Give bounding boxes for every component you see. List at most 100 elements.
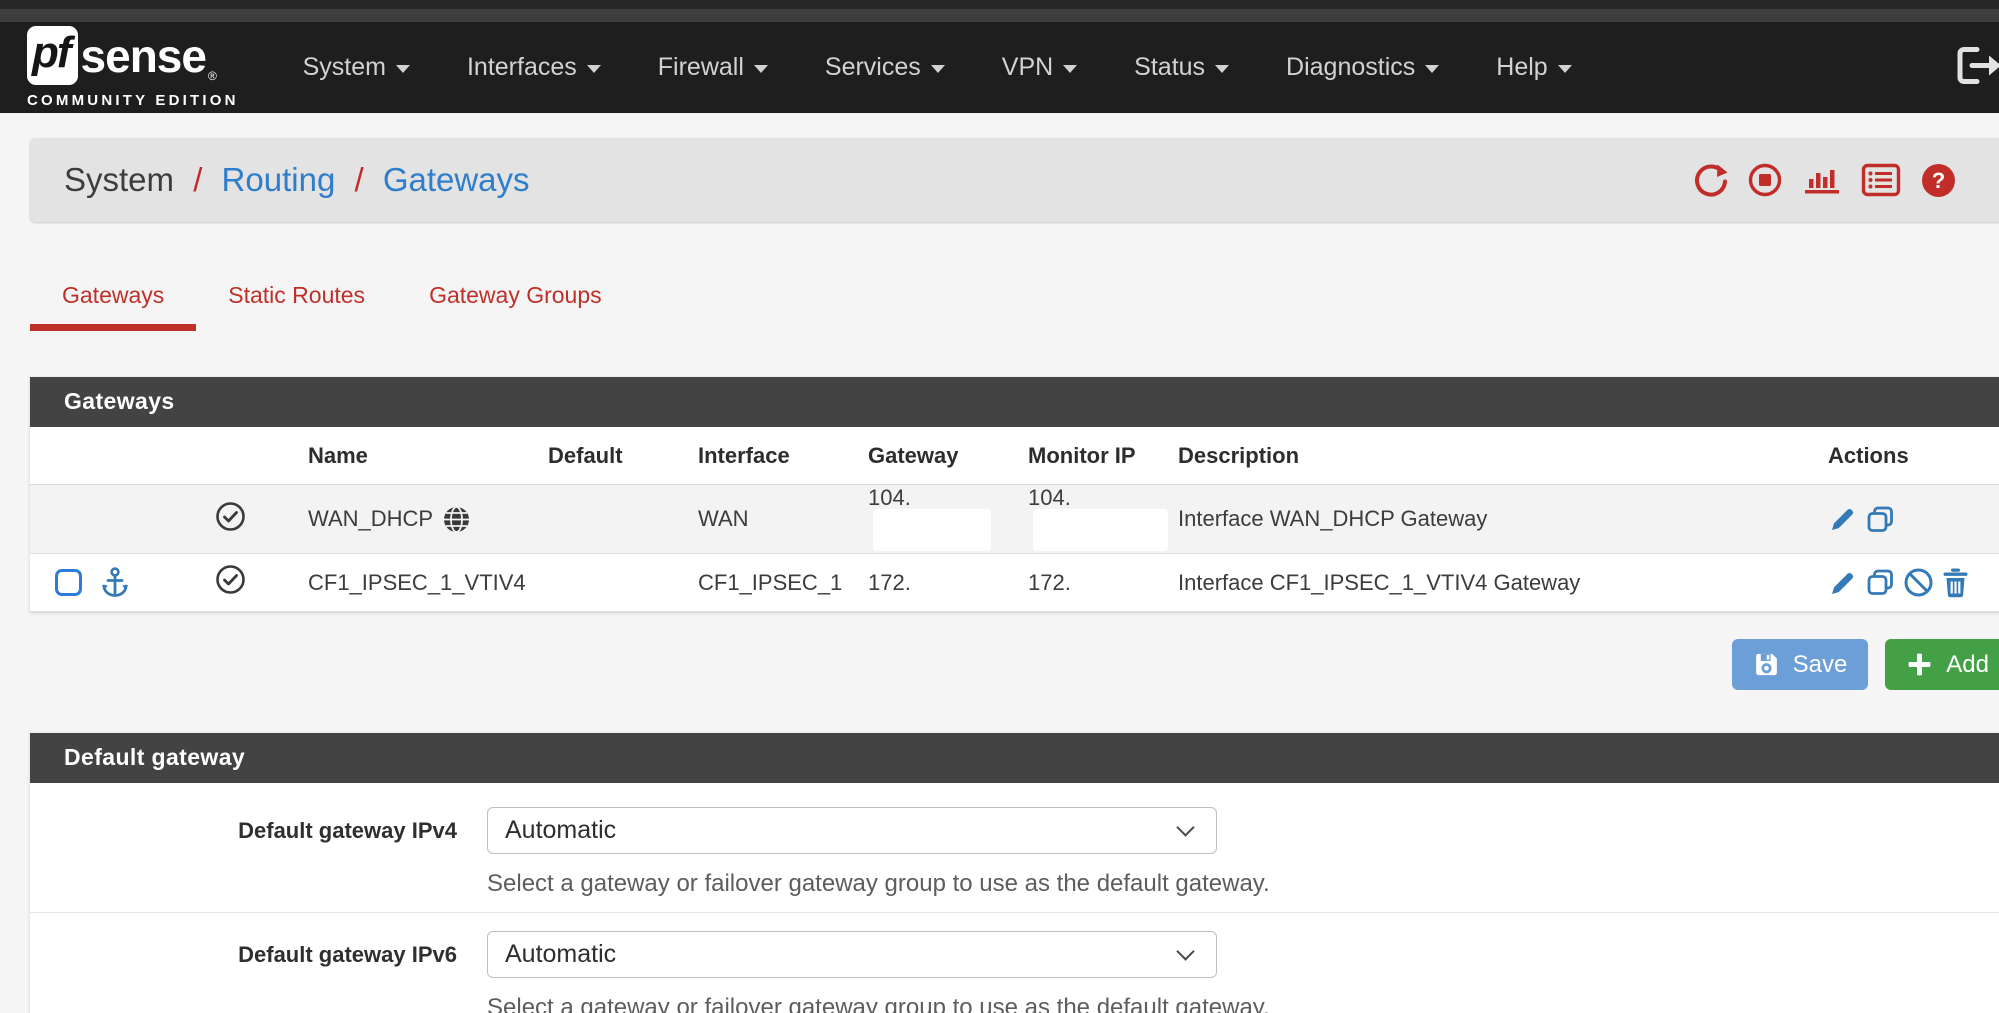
default-gateway-ipv6-select[interactable]: Automatic: [487, 931, 1217, 978]
action-buttons: Save Add: [30, 639, 1999, 690]
refresh-icon[interactable]: [1692, 162, 1728, 198]
gateway-name: CF1_IPSEC_1_VTIV4: [308, 570, 526, 596]
stop-icon[interactable]: [1747, 162, 1783, 198]
logo-sense: sense: [81, 33, 206, 79]
chevron-down-icon: [587, 65, 601, 73]
row-actions-cell: [1820, 554, 1999, 612]
menu-help[interactable]: Help: [1496, 53, 1571, 82]
logo-registered-mark: ®: [208, 69, 217, 83]
row-actions-cell: [1820, 485, 1999, 554]
menu-system[interactable]: System: [303, 53, 410, 82]
chevron-down-icon: [1176, 942, 1194, 960]
breadcrumb-section: System: [64, 161, 174, 198]
chevron-down-icon: [1215, 65, 1229, 73]
copy-icon[interactable]: [1865, 504, 1896, 535]
menu-interfaces[interactable]: Interfaces: [467, 53, 601, 82]
default-gateway-ipv4-label: Default gateway IPv4: [30, 818, 487, 844]
menu-status[interactable]: Status: [1134, 53, 1229, 82]
chevron-down-icon: [1063, 65, 1077, 73]
redacted-ip-box: [1033, 509, 1168, 551]
chevron-down-icon: [1425, 65, 1439, 73]
ban-icon[interactable]: [1903, 567, 1934, 598]
plus-icon: [1906, 651, 1933, 678]
gateways-table: Name Default Interface Gateway Monitor I…: [30, 427, 1999, 612]
row-interface-cell: CF1_IPSEC_1: [690, 554, 860, 612]
log-icon[interactable]: [1861, 163, 1901, 197]
form-row-ipv6: Default gateway IPv6 Automatic Select a …: [30, 912, 1999, 1013]
row-select-cell: [30, 554, 160, 612]
breadcrumb-link-gateways[interactable]: Gateways: [383, 161, 530, 198]
column-header-interface: Interface: [690, 427, 860, 485]
default-gateway-panel: Default gateway Default gateway IPv4 Aut…: [30, 733, 1999, 1013]
menu-diagnostics-label: Diagnostics: [1286, 53, 1415, 82]
column-header-description: Description: [1170, 427, 1820, 485]
default-gateway-ipv4-select[interactable]: Automatic: [487, 807, 1217, 854]
menu-firewall-label: Firewall: [658, 53, 744, 82]
default-gateway-ipv4-help: Select a gateway or failover gateway gro…: [487, 870, 1999, 898]
row-monitor-cell: 104.: [1020, 485, 1170, 554]
breadcrumb-separator: /: [183, 161, 212, 198]
edit-icon[interactable]: [1828, 568, 1858, 598]
sign-out-icon[interactable]: [1953, 43, 1999, 92]
column-header-monitor-ip: Monitor IP: [1020, 427, 1170, 485]
svg-text:?: ?: [1932, 168, 1945, 193]
select-value: Automatic: [505, 816, 1179, 845]
copy-icon[interactable]: [1865, 567, 1896, 598]
tab-gateway-groups[interactable]: Gateway Groups: [397, 266, 634, 331]
check-circle-icon: [215, 564, 246, 595]
monitor-ip: 104.: [1028, 485, 1071, 510]
trash-icon[interactable]: [1941, 567, 1970, 598]
column-header-empty: [160, 427, 300, 485]
gateways-panel-title: Gateways: [30, 377, 1999, 427]
tab-static-routes[interactable]: Static Routes: [196, 266, 397, 331]
menu-help-label: Help: [1496, 53, 1547, 82]
row-select-cell: [30, 485, 160, 554]
help-circle-icon[interactable]: ?: [1920, 162, 1957, 199]
form-row-ipv4: Default gateway IPv4 Automatic Select a …: [30, 783, 1999, 912]
save-button[interactable]: Save: [1732, 639, 1869, 690]
row-description-cell: Interface CF1_IPSEC_1_VTIV4 Gateway: [1170, 554, 1820, 612]
gateway-ip: 172.: [868, 570, 911, 595]
row-default-cell: [540, 554, 690, 612]
row-checkbox[interactable]: [55, 569, 82, 596]
main-menu: System Interfaces Firewall Services VPN …: [303, 53, 1572, 82]
gateway-name: WAN_DHCP: [308, 506, 433, 532]
window-top-strip: [0, 0, 1999, 9]
menu-status-label: Status: [1134, 53, 1205, 82]
menu-system-label: System: [303, 53, 386, 82]
add-button-label: Add: [1946, 651, 1989, 679]
chevron-down-icon: [931, 65, 945, 73]
pfsense-logo[interactable]: pf sense ® COMMUNITY EDITION: [27, 26, 239, 109]
row-gateway-cell: 104.: [860, 485, 1020, 554]
tab-bar: Gateways Static Routes Gateway Groups: [30, 266, 1999, 331]
menu-services-label: Services: [825, 53, 921, 82]
row-description-cell: Interface WAN_DHCP Gateway: [1170, 485, 1820, 554]
row-status-cell: [160, 485, 300, 554]
row-name-cell: CF1_IPSEC_1_VTIV4: [300, 554, 540, 612]
row-interface-cell: WAN: [690, 485, 860, 554]
navbar: pf sense ® COMMUNITY EDITION System Inte…: [0, 22, 1999, 113]
gateway-ip: 104.: [868, 485, 911, 510]
menu-services[interactable]: Services: [825, 53, 945, 82]
menu-firewall[interactable]: Firewall: [658, 53, 768, 82]
add-button[interactable]: Add: [1885, 639, 1999, 690]
check-circle-icon: [215, 501, 246, 532]
row-default-cell: [540, 485, 690, 554]
tab-gateways[interactable]: Gateways: [30, 266, 196, 331]
menu-vpn[interactable]: VPN: [1002, 53, 1077, 82]
breadcrumb-link-routing[interactable]: Routing: [222, 161, 336, 198]
default-gateway-panel-title: Default gateway: [30, 733, 1999, 783]
edit-icon[interactable]: [1828, 504, 1858, 534]
row-name-cell: WAN_DHCP: [300, 485, 540, 554]
monitor-ip: 172.: [1028, 570, 1071, 595]
menu-vpn-label: VPN: [1002, 53, 1053, 82]
row-status-cell: [160, 554, 300, 612]
chart-bar-icon[interactable]: [1802, 163, 1842, 197]
chevron-down-icon: [396, 65, 410, 73]
anchor-icon: [99, 566, 131, 599]
select-value: Automatic: [505, 940, 1179, 969]
menu-diagnostics[interactable]: Diagnostics: [1286, 53, 1439, 82]
redacted-ip-box: [873, 509, 991, 551]
column-header-empty: [30, 427, 160, 485]
column-header-gateway: Gateway: [860, 427, 1020, 485]
